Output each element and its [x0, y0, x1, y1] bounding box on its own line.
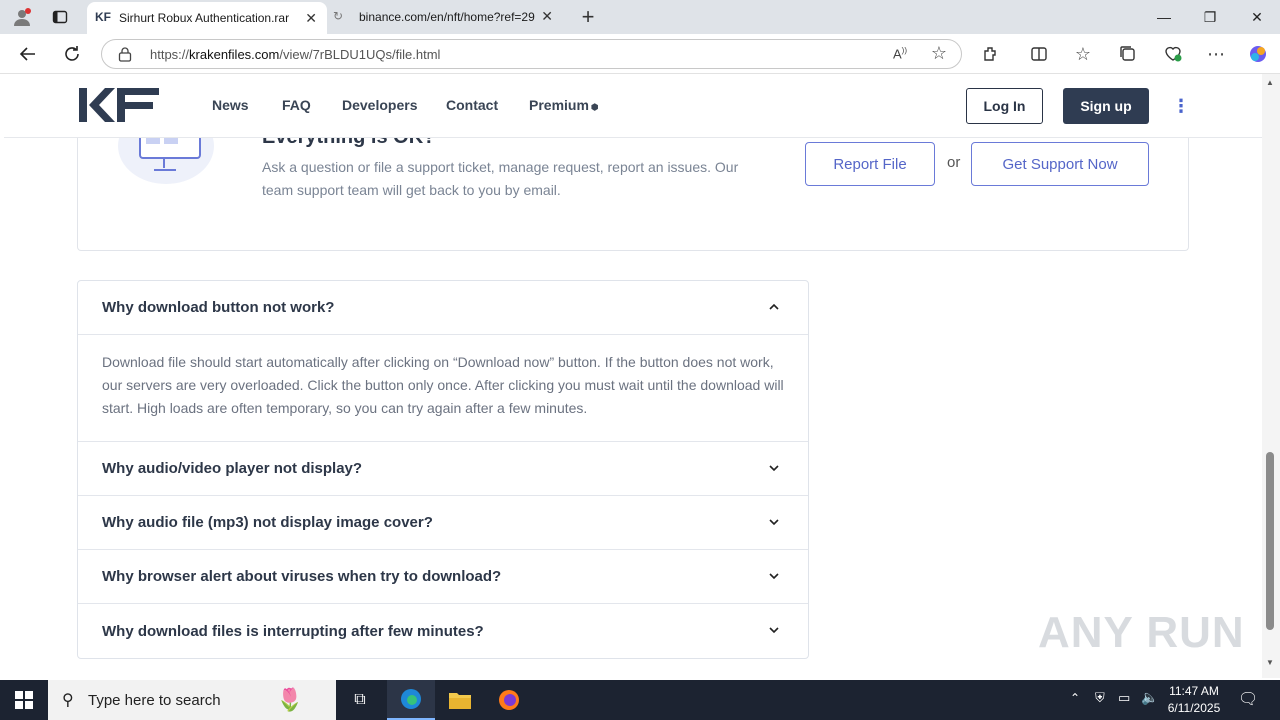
sign-up-button[interactable]: Sign up: [1063, 88, 1149, 124]
support-text: Ask a question or file a support ticket,…: [262, 159, 739, 198]
scroll-down-icon[interactable]: ▼: [1266, 658, 1274, 667]
tab-krakenfiles[interactable]: KF Sirhurt Robux Authentication.rar ✕: [87, 2, 327, 34]
log-in-button[interactable]: Log In: [966, 88, 1043, 124]
back-icon[interactable]: [12, 38, 44, 70]
browser-tab-bar: KF Sirhurt Robux Authentication.rar ✕ ↻ …: [0, 0, 1280, 34]
nav-contact[interactable]: Contact: [446, 97, 498, 113]
restore-icon[interactable]: ❐: [1187, 0, 1233, 34]
firefox-icon[interactable]: [485, 680, 533, 720]
loading-icon: ↻: [333, 9, 344, 23]
browser-essentials-icon[interactable]: [1157, 38, 1189, 70]
copilot-icon[interactable]: [1242, 38, 1274, 70]
faq-accordion: Why download button not work? Download f…: [77, 280, 809, 659]
edge-taskbar-icon[interactable]: [387, 680, 435, 720]
search-placeholder: Type here to search: [88, 691, 221, 709]
faq-question-text: Why download files is interrupting after…: [102, 622, 484, 640]
more-menu-icon[interactable]: ⋯: [1200, 38, 1232, 70]
scrollbar-thumb[interactable]: [1266, 452, 1274, 630]
chevron-down-icon: [769, 465, 779, 472]
task-view-icon[interactable]: ⧉: [340, 680, 380, 720]
chevron-down-icon: [769, 627, 779, 634]
tab-title: Sirhurt Robux Authentication.rar: [119, 11, 290, 25]
minimize-icon[interactable]: —: [1141, 0, 1187, 34]
kf-favicon-icon: KF: [95, 10, 111, 24]
faq-question[interactable]: Why download files is interrupting after…: [78, 604, 808, 658]
close-window-icon[interactable]: ✕: [1234, 0, 1280, 34]
faq-question-text: Why audio/video player not display?: [102, 460, 363, 477]
shield-icon: ⬢: [590, 102, 599, 112]
file-explorer-icon[interactable]: [436, 680, 484, 720]
report-file-button[interactable]: Report File: [805, 142, 935, 186]
collections-icon[interactable]: [1112, 38, 1144, 70]
read-aloud-icon[interactable]: A)): [893, 46, 907, 61]
lock-icon[interactable]: [118, 46, 132, 67]
page-scrollbar[interactable]: ▲ ▼: [1262, 74, 1280, 678]
chevron-up-icon: [769, 303, 779, 310]
faq-question-text: Why audio file (mp3) not display image c…: [102, 514, 433, 531]
windows-start-icon[interactable]: [0, 680, 48, 720]
tulip-search-highlight-icon: 🌷: [276, 687, 304, 712]
clock-date: 6/11/2025: [1167, 701, 1221, 715]
faq-question[interactable]: Why browser alert about viruses when try…: [78, 550, 808, 604]
get-support-button[interactable]: Get Support Now: [971, 142, 1149, 186]
close-tab-icon[interactable]: ✕: [305, 10, 317, 27]
faq-question[interactable]: Why audio/video player not display?: [78, 442, 808, 496]
network-icon[interactable]: ▭: [1118, 690, 1130, 706]
profile-icon[interactable]: [6, 0, 38, 34]
nav-faq[interactable]: FAQ: [282, 97, 311, 113]
clock[interactable]: 11:47 AM 6/11/2025: [1160, 683, 1228, 717]
faq-answer: Download file should start automatically…: [78, 335, 808, 442]
close-tab-icon[interactable]: ✕: [541, 8, 553, 25]
faq-question[interactable]: Why download button not work?: [78, 281, 808, 335]
clock-time: 11:47 AM: [1169, 684, 1219, 698]
site-header: News FAQ Developers Contact Premium ⬢ Log…: [4, 74, 1262, 138]
search-icon: ⚲: [62, 692, 74, 709]
faq-question[interactable]: Why audio file (mp3) not display image c…: [78, 496, 808, 550]
tab-actions-icon[interactable]: [44, 0, 76, 34]
nav-premium[interactable]: Premium ⬢: [529, 97, 599, 113]
address-bar[interactable]: https://krakenfiles.com/view/7rBLDU1UQs/…: [101, 39, 962, 69]
anyrun-watermark: ANY RUN: [1038, 608, 1245, 657]
faq-question-text: Why browser alert about viruses when try…: [102, 568, 502, 585]
extensions-icon[interactable]: [975, 38, 1007, 70]
or-label: or: [947, 154, 961, 171]
chevron-down-icon: [769, 573, 779, 580]
windows-taskbar: ⚲ Type here to search 🌷 ⧉ ⌃ ⛨ ▭ 🔈 11:47 …: [0, 680, 1280, 720]
notifications-icon[interactable]: 🗨: [1238, 689, 1258, 709]
nav-news[interactable]: News: [212, 97, 249, 113]
krakenfiles-logo[interactable]: [79, 88, 161, 127]
chevron-down-icon: [769, 519, 779, 526]
tab-title: binance.com/en/nft/home?ref=29: [359, 10, 535, 24]
new-tab-icon[interactable]: +: [572, 0, 604, 34]
scroll-up-icon[interactable]: ▲: [1266, 78, 1274, 87]
web-page: Everything is OK? Ask a question or file…: [4, 74, 1262, 678]
split-screen-icon[interactable]: [1023, 38, 1055, 70]
refresh-icon[interactable]: [56, 38, 88, 70]
address-toolbar: https://krakenfiles.com/view/7rBLDU1UQs/…: [0, 34, 1280, 74]
tab-binance[interactable]: ↻ binance.com/en/nft/home?ref=29 ✕: [327, 0, 563, 34]
nav-developers[interactable]: Developers: [342, 97, 417, 113]
show-hidden-icons-icon[interactable]: ⌃: [1070, 691, 1080, 705]
kebab-menu-icon[interactable]: ⋮: [1172, 96, 1190, 117]
favorites-icon[interactable]: ☆: [1067, 38, 1099, 70]
security-icon[interactable]: ⛨: [1095, 690, 1105, 706]
taskbar-search[interactable]: ⚲ Type here to search 🌷: [48, 680, 336, 720]
faq-question-text: Why download button not work?: [102, 299, 335, 316]
volume-icon[interactable]: 🔈: [1141, 689, 1158, 706]
url-text: https://krakenfiles.com/view/7rBLDU1UQs/…: [150, 46, 441, 62]
favorite-star-icon[interactable]: ☆: [931, 43, 947, 64]
